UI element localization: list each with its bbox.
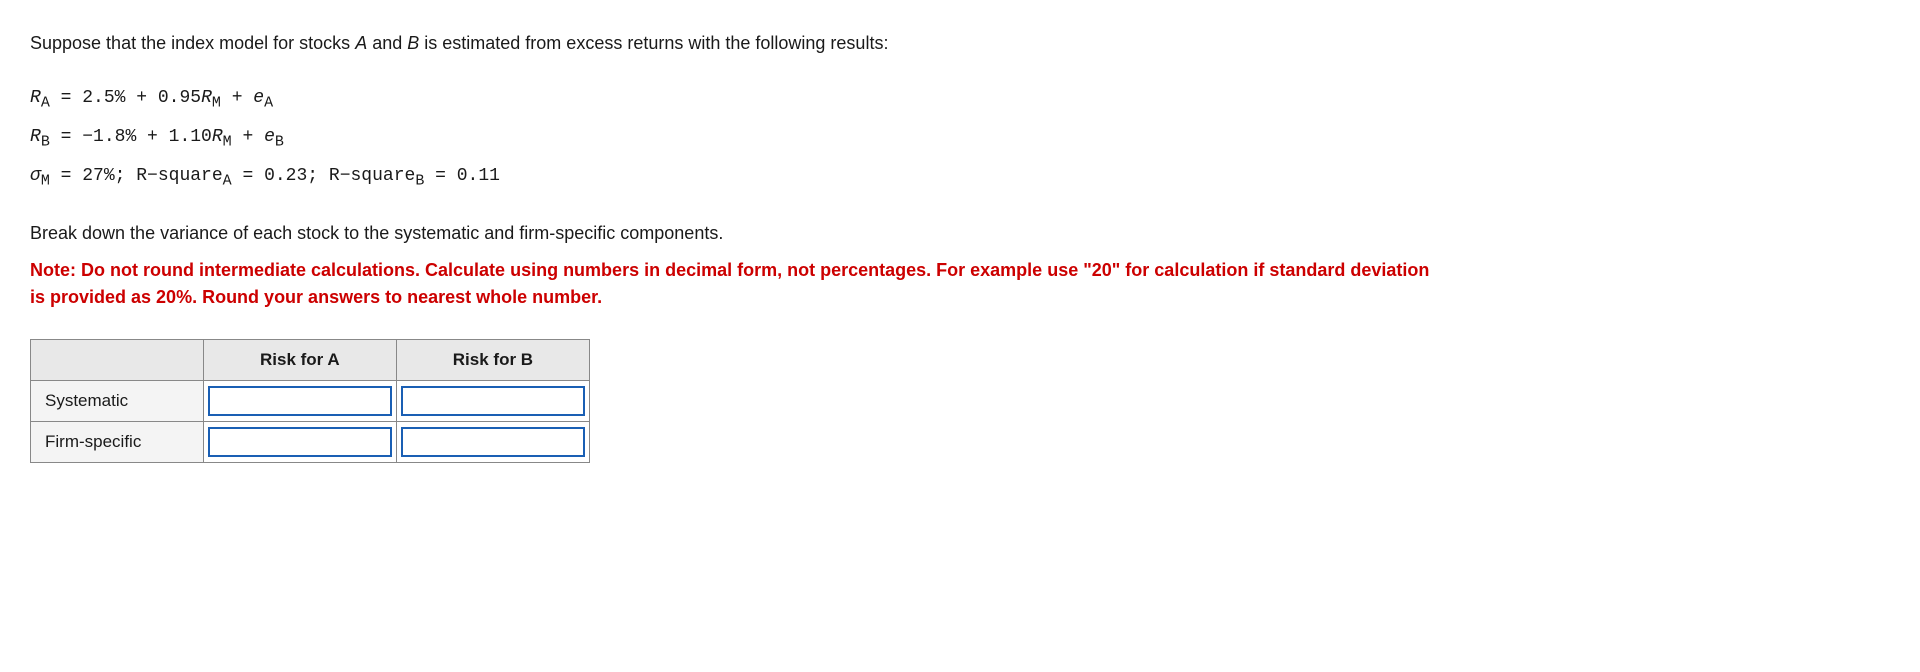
systematic-risk-a-input[interactable] (210, 388, 390, 414)
intro-paragraph: Suppose that the index model for stocks … (30, 30, 1890, 57)
answer-table-container: Risk for A Risk for B Systematic Firm-sp… (30, 339, 1890, 463)
firm-specific-risk-a-cell[interactable] (203, 422, 396, 463)
equations-block: RA = 2.5% + 0.95RM + eA RB = −1.8% + 1.1… (30, 81, 1890, 196)
systematic-risk-a-cell[interactable] (203, 381, 396, 422)
row-label-firm-specific: Firm-specific (31, 422, 204, 463)
table-row: Firm-specific (31, 422, 590, 463)
firm-specific-risk-b-input[interactable] (403, 429, 583, 455)
eq1-label: RA = 2.5% + 0.95RM + eA (30, 81, 273, 118)
col-header-risk-a: Risk for A (203, 340, 396, 381)
eq2-label: RB = −1.8% + 1.10RM + eB (30, 120, 284, 157)
firm-specific-risk-a-input[interactable] (210, 429, 390, 455)
systematic-risk-b-cell[interactable] (396, 381, 589, 422)
firm-specific-risk-b-cell[interactable] (396, 422, 589, 463)
col-header-risk-b: Risk for B (396, 340, 589, 381)
risk-table: Risk for A Risk for B Systematic Firm-sp… (30, 339, 590, 463)
table-row: Systematic (31, 381, 590, 422)
col-header-empty (31, 340, 204, 381)
eq3-label: σM = 27%; R−squareA = 0.23; R−squareB = … (30, 159, 500, 196)
systematic-risk-b-input[interactable] (403, 388, 583, 414)
breakdown-paragraph: Break down the variance of each stock to… (30, 220, 1890, 247)
note-paragraph: Note: Do not round intermediate calculat… (30, 257, 1430, 311)
row-label-systematic: Systematic (31, 381, 204, 422)
